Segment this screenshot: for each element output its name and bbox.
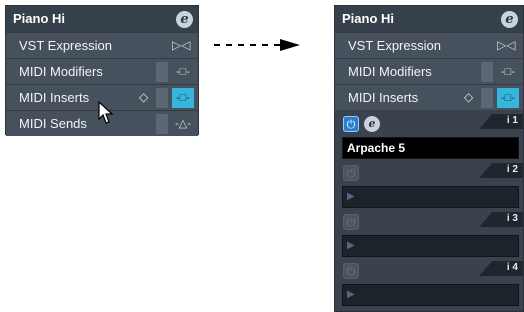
section-midi-modifiers[interactable]: MIDI Modifiers -□- (6, 58, 198, 84)
divider (481, 88, 493, 108)
bypass-toggle-icon[interactable]: -□- (172, 62, 194, 82)
divider (156, 62, 168, 82)
edit-instrument-icon[interactable]: e (501, 11, 518, 28)
insert-slot-header: ⏻ i 3 (335, 212, 523, 233)
insert-plugin-name: Arpache 5 (347, 141, 406, 155)
track-name: Piano Hi (342, 11, 395, 26)
section-label: MIDI Sends (19, 116, 87, 131)
power-icon[interactable]: ⏻ (343, 214, 359, 230)
slot-number: i 4 (506, 262, 518, 273)
bypass-toggle-icon[interactable]: -△- (172, 114, 194, 134)
edit-instrument-icon[interactable]: e (176, 11, 193, 28)
inspector-panel-before: Piano Hi e VST Expression ▷◁ MIDI Modifi… (5, 5, 199, 136)
insert-slot-2[interactable]: ▶ (342, 186, 519, 208)
divider (156, 88, 168, 108)
track-title-row[interactable]: Piano Hi e (335, 6, 523, 32)
slot-arrow-icon: ▶ (347, 191, 355, 202)
insert-slot-4[interactable]: ▶ (342, 284, 519, 306)
insert-slot-header: ⏻ i 4 (335, 261, 523, 282)
diamond-icon[interactable]: ◇ (464, 90, 473, 104)
slot-number: i 3 (506, 213, 518, 224)
section-label: MIDI Modifiers (19, 64, 103, 79)
section-label: VST Expression (348, 38, 441, 53)
section-label: MIDI Modifiers (348, 64, 432, 79)
section-vst-expression[interactable]: VST Expression ▷◁ (6, 32, 198, 58)
vst-expression-icon[interactable]: ▷◁ (497, 38, 515, 52)
section-vst-expression[interactable]: VST Expression ▷◁ (335, 32, 523, 58)
slot-arrow-icon: ▶ (347, 240, 355, 251)
slot-number: i 1 (506, 115, 518, 126)
bypass-toggle-icon[interactable]: -□- (497, 62, 519, 82)
cursor-icon (98, 101, 114, 124)
section-label: MIDI Inserts (348, 90, 419, 105)
insert-slots: ⏻ e i 1 Arpache 5 ⏻ i 2 ▶ ⏻ i 3 ▶ ⏻ i 4 … (335, 110, 523, 311)
track-title-row[interactable]: Piano Hi e (6, 6, 198, 32)
insert-slot-3[interactable]: ▶ (342, 235, 519, 257)
slot-arrow-icon: ▶ (347, 289, 355, 300)
divider (156, 114, 168, 134)
bypass-toggle-icon[interactable]: -□- (497, 88, 519, 108)
insert-slot-1[interactable]: Arpache 5 (342, 137, 519, 159)
diamond-icon[interactable]: ◇ (139, 90, 148, 104)
section-label: VST Expression (19, 38, 112, 53)
vst-expression-icon[interactable]: ▷◁ (172, 38, 190, 52)
section-midi-modifiers[interactable]: MIDI Modifiers -□- (335, 58, 523, 84)
slot-number: i 2 (506, 164, 518, 175)
insert-slot-header: ⏻ i 2 (335, 163, 523, 184)
edit-insert-icon[interactable]: e (364, 116, 380, 132)
section-midi-inserts[interactable]: MIDI Inserts ◇ -□- (335, 84, 523, 110)
power-icon[interactable]: ⏻ (343, 263, 359, 279)
arrow-icon (214, 39, 300, 51)
track-name: Piano Hi (13, 11, 66, 26)
inspector-panel-after: Piano Hi e VST Expression ▷◁ MIDI Modifi… (334, 5, 524, 312)
divider (481, 62, 493, 82)
bypass-toggle-icon[interactable]: -□- (172, 88, 194, 108)
power-icon[interactable]: ⏻ (343, 116, 359, 132)
section-label: MIDI Inserts (19, 90, 90, 105)
power-icon[interactable]: ⏻ (343, 165, 359, 181)
insert-slot-header: ⏻ e i 1 (335, 114, 523, 135)
